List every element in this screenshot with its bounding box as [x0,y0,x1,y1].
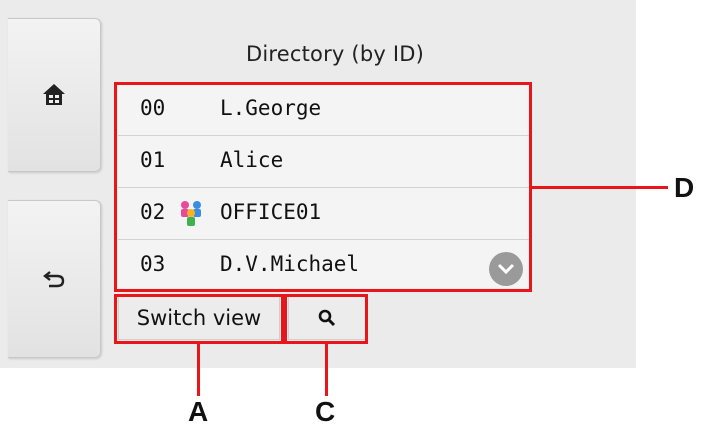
entry-id: 00 [140,96,166,120]
switch-view-button[interactable]: Switch view [118,296,280,340]
entry-id: 01 [140,148,166,172]
scroll-down-button[interactable] [489,252,523,286]
entry-name: Alice [220,148,284,172]
printer-touch-screen: Directory (by ID) 00 L.George 01 Alice 0… [0,0,636,368]
list-item[interactable]: 03 D.V.Michael [118,240,530,292]
search-icon [318,309,336,327]
callout-line-c [325,344,328,396]
callout-line-a [197,344,200,396]
home-icon [43,84,65,105]
home-button[interactable] [8,18,101,172]
entry-name: D.V.Michael [220,252,360,276]
list-item[interactable]: 02 OFFICE01 [118,188,530,240]
entry-name: L.George [220,96,322,120]
back-button[interactable] [8,200,101,358]
list-item[interactable]: 01 Alice [118,136,530,188]
entry-name: OFFICE01 [220,200,322,224]
callout-label-a: A [188,396,209,427]
callout-line-d [532,186,668,189]
callout-label-d: D [674,172,695,203]
search-button[interactable] [288,296,366,340]
entry-id: 02 [140,200,166,224]
back-arrow-icon [43,271,65,288]
callout-label-c: C [315,396,336,427]
group-icon [181,201,201,226]
directory-list[interactable]: 00 L.George 01 Alice 02 OFFICE01 03 D.V.… [118,84,530,292]
screen-title: Directory (by ID) [245,42,425,66]
list-item[interactable]: 00 L.George [118,84,530,136]
chevron-down-icon [497,263,515,275]
entry-id: 03 [140,252,166,276]
